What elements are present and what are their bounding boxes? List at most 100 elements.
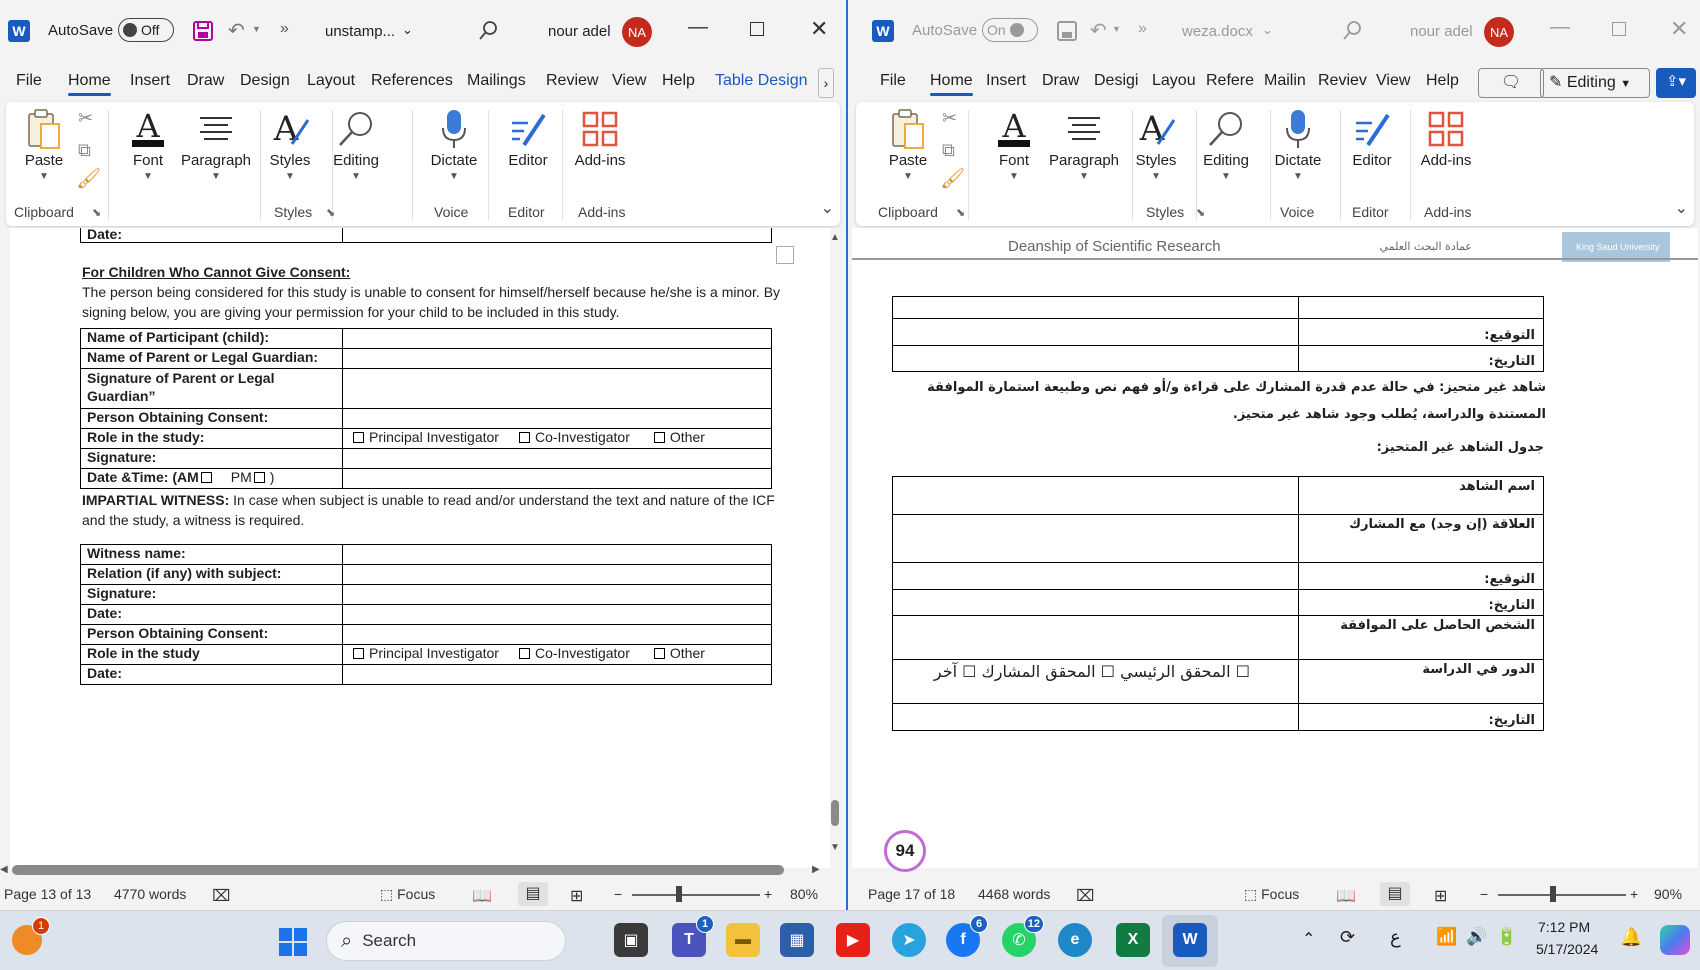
title-dropdown-icon[interactable]: ⌄ [1262, 22, 1273, 38]
zoom-in-button[interactable]: + [1630, 886, 1638, 902]
sync-icon[interactable]: ⟳ [1340, 927, 1355, 948]
ar-cell[interactable] [892, 476, 1299, 515]
scroll-up-icon[interactable]: ▲ [830, 232, 840, 243]
zoom-in-button[interactable]: + [764, 886, 772, 902]
dictate-button[interactable]: Dictate ▼ [416, 106, 492, 182]
ar-role-options[interactable]: ☐ المحقق الرئيسي ☐ المحقق المشارك ☐ آخر [892, 659, 1299, 704]
zoom-level[interactable]: 80% [790, 886, 818, 902]
addins-button[interactable]: Add-ins [562, 106, 638, 169]
format-painter-icon[interactable]: 🖌 [940, 166, 965, 191]
vertical-scrollbar[interactable]: ▲ ▼ [828, 228, 842, 868]
tab-layout[interactable]: Layout [307, 72, 355, 90]
ar-cell[interactable] [892, 703, 1299, 731]
zoom-out-button[interactable]: − [1480, 886, 1488, 902]
undo-dropdown-icon[interactable]: ▼ [252, 24, 261, 34]
share-button[interactable]: ⇪▾ [1656, 68, 1696, 98]
tab-view[interactable]: View [612, 72, 646, 90]
read-mode-icon[interactable]: 📖 [472, 886, 492, 906]
language-indicator[interactable]: ع [1390, 927, 1401, 948]
date-cell[interactable] [342, 228, 772, 243]
ribbon-collapse-icon[interactable]: ⌄ [1675, 198, 1688, 218]
telegram-icon[interactable]: ➤ [892, 923, 926, 957]
web-layout-icon[interactable]: ⊞ [1434, 886, 1447, 906]
word-icon[interactable]: W [1173, 923, 1207, 957]
tab-review[interactable]: Review [546, 72, 598, 90]
scroll-thumb[interactable] [831, 800, 839, 826]
tab-insert[interactable]: Insert [130, 72, 170, 90]
document-page[interactable]: King Saud University Deanship of Scienti… [852, 228, 1698, 868]
relation-cell[interactable] [342, 564, 772, 585]
print-layout-icon[interactable]: ▤ [518, 882, 548, 906]
page-badge[interactable]: 94 [884, 830, 926, 872]
clipboard-launcher-icon[interactable]: ⬊ [92, 206, 101, 219]
tabs-scroll-right-icon[interactable]: › [818, 68, 834, 98]
addins-button[interactable]: Add-ins [1408, 106, 1484, 169]
cut-icon[interactable]: ✂ [78, 108, 93, 129]
task-view-icon[interactable]: ▣ [614, 923, 648, 957]
role-option-coi[interactable]: Co-Investigator [518, 429, 630, 445]
datetime-cell[interactable] [342, 468, 772, 489]
web-layout-icon[interactable]: ⊞ [570, 886, 583, 906]
document-page[interactable]: Date: For Children Who Cannot Give Conse… [10, 228, 830, 868]
taskbar-search[interactable]: ⌕ Search [326, 921, 566, 961]
copy-icon[interactable]: ⧉ [78, 140, 91, 161]
tab-file[interactable]: File [880, 72, 906, 90]
tab-mailings[interactable]: Mailin [1264, 72, 1306, 90]
battery-icon[interactable]: 🔋 [1496, 927, 1517, 947]
tab-insert[interactable]: Insert [986, 72, 1026, 90]
editor-button[interactable]: Editor [1334, 106, 1410, 169]
edge-icon[interactable]: e [1058, 923, 1092, 957]
cut-icon[interactable]: ✂ [942, 108, 957, 129]
undo-dropdown-icon[interactable]: ▼ [1112, 24, 1121, 34]
styles-button[interactable]: A Styles ▼ [1118, 106, 1194, 182]
hscroll-left-icon[interactable]: ◀ [0, 864, 8, 875]
zoom-slider-thumb[interactable] [1550, 886, 1556, 902]
zoom-slider-thumb[interactable] [676, 886, 682, 902]
ar-cell[interactable] [892, 514, 1299, 563]
ar-cell[interactable] [892, 589, 1299, 616]
witness-name-cell[interactable] [342, 544, 772, 565]
paragraph-button[interactable]: Paragraph ▼ [174, 106, 258, 182]
tab-references[interactable]: Refere [1206, 72, 1254, 90]
participant-cell[interactable] [342, 328, 772, 349]
ar-cell[interactable] [892, 318, 1299, 346]
tab-home[interactable]: Home [930, 72, 973, 96]
user-avatar[interactable]: NA [622, 17, 652, 47]
paste-button[interactable]: Paste ▼ [870, 106, 946, 182]
minimize-button[interactable]: — [1550, 16, 1570, 39]
user-name[interactable]: nour adel [1410, 23, 1473, 40]
tab-draw[interactable]: Draw [1042, 72, 1079, 90]
tab-design[interactable]: Design [240, 72, 290, 90]
witness-role-pi[interactable]: Principal Investigator [353, 645, 499, 661]
copy-icon[interactable]: ⧉ [942, 140, 955, 161]
save-icon[interactable] [1056, 20, 1078, 42]
witness-role-other[interactable]: Other [653, 645, 705, 661]
ar-cell[interactable] [892, 345, 1299, 372]
tab-draw[interactable]: Draw [187, 72, 224, 90]
witness-signature-cell[interactable] [342, 584, 772, 605]
tab-help[interactable]: Help [662, 72, 695, 90]
user-name[interactable]: nour adel [548, 23, 611, 40]
close-button[interactable]: ✕ [1670, 16, 1688, 42]
paragraph-button[interactable]: Paragraph ▼ [1042, 106, 1126, 182]
excel-icon[interactable]: X [1116, 923, 1150, 957]
print-layout-icon[interactable]: ▤ [1380, 882, 1410, 906]
youtube-icon[interactable]: ▶ [836, 923, 870, 957]
search-icon[interactable] [1342, 20, 1362, 42]
font-button[interactable]: A Font ▼ [976, 106, 1052, 182]
editing-mode-button[interactable]: ✎ Editing ▼ [1540, 68, 1650, 98]
teams-icon[interactable]: T1 [672, 915, 714, 957]
tab-help[interactable]: Help [1426, 72, 1459, 90]
word-count[interactable]: 4468 words [978, 886, 1050, 902]
focus-button[interactable]: ⬚ Focus [380, 886, 435, 903]
undo-icon[interactable]: ↶ [228, 18, 245, 43]
zoom-slider[interactable] [1498, 894, 1626, 896]
whatsapp-icon[interactable]: ✆ 12 [1002, 915, 1044, 957]
clipboard-launcher-icon[interactable]: ⬊ [956, 206, 965, 219]
editing-button[interactable]: Editing ▼ [1188, 106, 1264, 182]
paste-button[interactable]: Paste ▼ [6, 106, 82, 182]
copilot-icon[interactable] [1660, 925, 1690, 955]
maximize-button[interactable] [1612, 22, 1626, 36]
tab-view[interactable]: View [1376, 72, 1410, 90]
user-avatar[interactable]: NA [1484, 17, 1514, 47]
